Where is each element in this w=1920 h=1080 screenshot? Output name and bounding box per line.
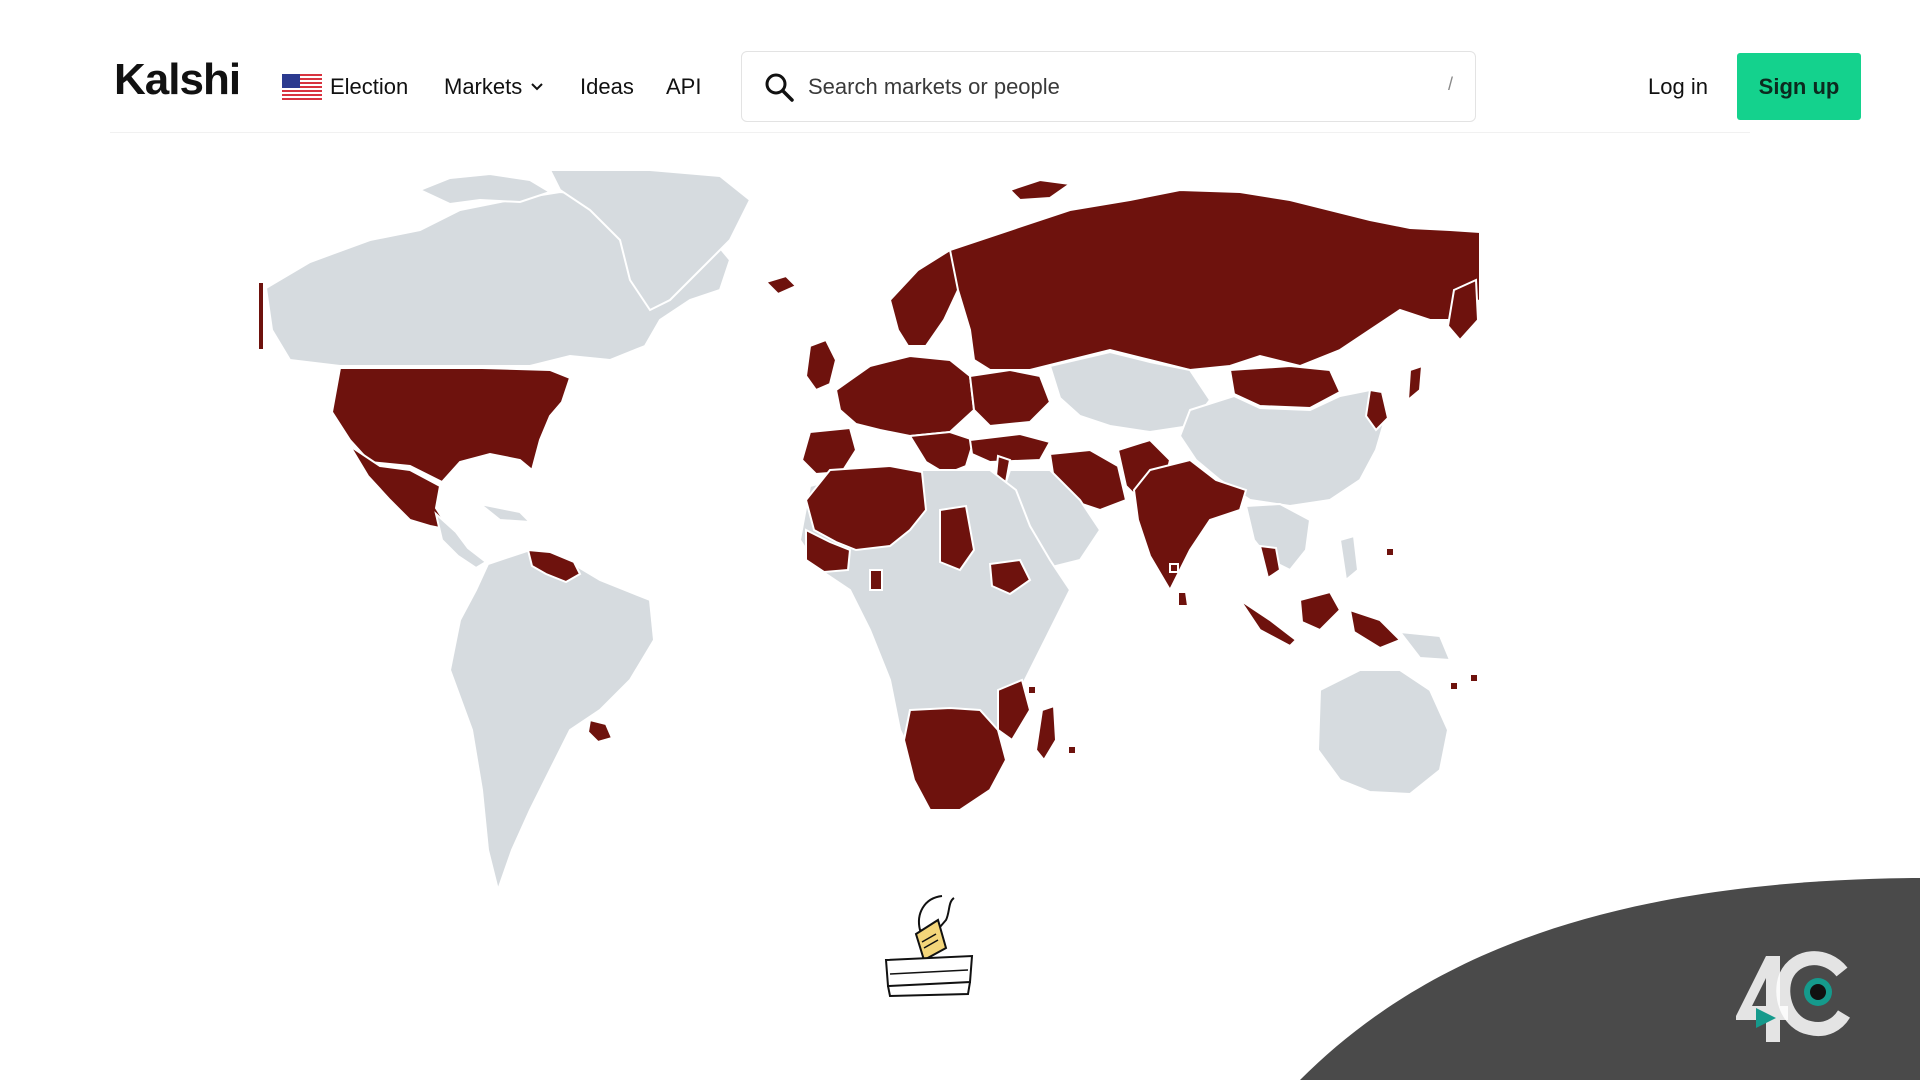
region-indonesia-borneo xyxy=(1298,590,1342,632)
region-pacific-isle-1 xyxy=(1385,547,1395,557)
us-flag-icon xyxy=(282,74,322,100)
region-australia xyxy=(1316,669,1450,796)
nav-markets-label: Markets xyxy=(444,74,523,99)
region-iberia xyxy=(800,426,858,476)
nav-markets[interactable]: Markets xyxy=(444,74,544,100)
header-divider xyxy=(110,132,1750,133)
ballot-box-icon xyxy=(884,895,974,998)
search-input[interactable] xyxy=(808,70,1408,104)
region-europe-west xyxy=(834,354,976,438)
channel-logo-icon xyxy=(1736,951,1851,1042)
region-indonesia-sumatra xyxy=(1239,599,1298,648)
signup-button[interactable]: Sign up xyxy=(1737,53,1861,120)
region-philippines xyxy=(1338,534,1360,582)
nav-ideas[interactable]: Ideas xyxy=(580,74,634,100)
region-indonesia-east xyxy=(1348,608,1402,650)
nav-api-label: API xyxy=(666,74,702,99)
login-link[interactable]: Log in xyxy=(1648,74,1708,100)
nav-ideas-label: Ideas xyxy=(580,74,634,99)
region-south-america xyxy=(448,548,656,894)
region-southern-africa xyxy=(902,706,1008,811)
region-uk xyxy=(804,338,838,392)
region-novaya-zemlya xyxy=(1008,178,1073,202)
region-pacific-isle-2 xyxy=(1449,681,1459,691)
search-icon xyxy=(765,73,794,102)
nav-api[interactable]: API xyxy=(666,74,701,100)
region-pacific-isle-3 xyxy=(1469,673,1479,683)
search-bar[interactable]: / xyxy=(741,51,1476,122)
region-sri-lanka xyxy=(1177,591,1190,607)
nav-election[interactable]: Election xyxy=(282,74,408,100)
region-arctic-islands xyxy=(417,172,553,206)
region-mozambique xyxy=(997,678,1032,742)
region-papua xyxy=(1397,630,1452,662)
region-turkey xyxy=(968,432,1052,464)
world-map: .land { fill: #d6dbdf; stroke: #ffffff; … xyxy=(257,170,1481,894)
region-mauritius xyxy=(1067,745,1077,755)
region-comoros xyxy=(1027,685,1037,695)
region-eastern-europe xyxy=(968,368,1052,428)
region-central-america xyxy=(434,511,488,570)
region-iceland xyxy=(764,274,798,296)
region-madagascar xyxy=(1034,704,1058,762)
region-russia xyxy=(948,188,1481,372)
nav-election-label: Election xyxy=(330,74,409,99)
chevron-down-icon xyxy=(531,83,543,91)
search-shortcut-hint: / xyxy=(1447,74,1453,94)
region-indian-isle xyxy=(1169,563,1179,573)
top-navbar: Kalshi Election Markets Ideas API Search… xyxy=(0,0,1920,132)
region-caribbean xyxy=(479,503,533,524)
region-balkans xyxy=(908,430,976,476)
region-ghana xyxy=(869,569,883,591)
region-uruguay xyxy=(586,718,614,744)
region-alaska-edge xyxy=(257,281,265,351)
region-myanmar-thailand xyxy=(1258,544,1282,580)
region-japan-south xyxy=(1406,364,1424,403)
kalshi-logo[interactable]: Kalshi xyxy=(114,58,241,102)
